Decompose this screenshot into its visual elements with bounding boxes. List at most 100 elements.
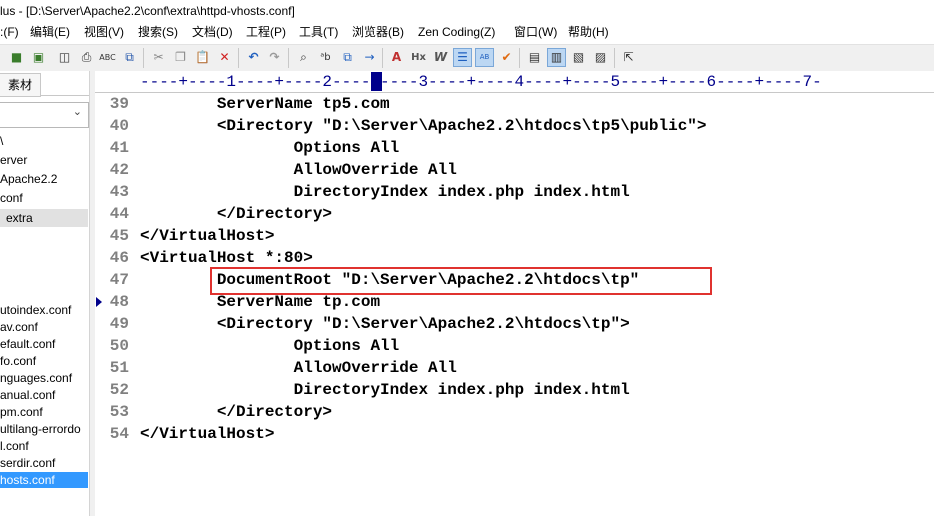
goto-line-icon[interactable]: → (361, 49, 378, 66)
menu-bar: :(F) 编辑(E) 视图(V) 搜索(S) 文档(D) 工程(P) 工具(T)… (0, 22, 934, 43)
tree-item[interactable]: \ (0, 132, 88, 150)
menu-project[interactable]: 工程(P) (246, 22, 286, 43)
tree-item[interactable]: erver (0, 151, 88, 169)
tree-item[interactable]: Apache2.2 (0, 170, 88, 188)
menu-file[interactable]: :(F) (0, 22, 19, 43)
menu-search[interactable]: 搜索(S) (138, 22, 178, 43)
file-list-item[interactable]: l.conf (0, 438, 88, 454)
code-line[interactable]: AllowOverride All (140, 357, 457, 379)
code-line[interactable]: <Directory "D:\Server\Apache2.2\htdocs\t… (140, 313, 630, 335)
spellcheck-icon[interactable]: ABC (99, 49, 116, 66)
undo-icon[interactable]: ↶ (245, 49, 262, 66)
spell-check-icon[interactable]: ✔ (498, 49, 515, 66)
cut-icon[interactable]: ✂ (150, 49, 167, 66)
word-wrap-icon[interactable]: W (432, 49, 449, 66)
code-line[interactable]: </VirtualHost> (140, 225, 274, 247)
line-number: 50 (109, 337, 129, 355)
file-sidebar: 素材 ⌄ \ erver Apache2.2 conf extra utoind… (0, 71, 89, 516)
file-list-item[interactable]: serdir.conf (0, 455, 88, 471)
code-line[interactable]: <Directory "D:\Server\Apache2.2\htdocs\t… (140, 115, 707, 137)
line-number: 52 (109, 381, 129, 399)
drive-selector[interactable]: ⌄ (0, 102, 89, 128)
line-number: 45 (109, 227, 129, 245)
code-line[interactable]: </VirtualHost> (140, 423, 274, 445)
file-list-item[interactable]: anual.conf (0, 387, 88, 403)
code-line[interactable]: Options All (140, 137, 400, 159)
menu-browser[interactable]: 浏览器(B) (352, 22, 404, 43)
menu-document[interactable]: 文档(D) (192, 22, 233, 43)
toolbar-separator (238, 48, 239, 68)
window-title: lus - [D:\Server\Apache2.2\conf\extra\ht… (0, 4, 295, 18)
file-list-item-selected[interactable]: hosts.conf (0, 472, 88, 488)
save-all-icon[interactable]: ▣ (30, 49, 47, 66)
file-list-item[interactable]: ultilang-errordo (0, 421, 88, 437)
line-number: 53 (109, 403, 129, 421)
line-number: 39 (109, 95, 129, 113)
code-line[interactable]: DirectoryIndex index.php index.html (140, 379, 630, 401)
file-list-item[interactable]: nguages.conf (0, 370, 88, 386)
menu-zen-coding[interactable]: Zen Coding(Z) (418, 22, 495, 43)
menu-view[interactable]: 视图(V) (84, 22, 124, 43)
file-list-item[interactable]: efault.conf (0, 336, 88, 352)
column-mode-icon[interactable]: AB (475, 48, 494, 67)
tree-item[interactable]: conf (0, 189, 88, 207)
code-line[interactable]: ServerName tp5.com (140, 93, 390, 115)
clipboard-icon[interactable]: ⧉ (121, 49, 138, 66)
code-line[interactable]: <VirtualHost *:80> (140, 247, 313, 269)
menu-tools[interactable]: 工具(T) (299, 22, 338, 43)
tab-assets[interactable]: 素材 (0, 73, 41, 97)
view-output-icon[interactable]: ▨ (592, 49, 609, 66)
copy-icon[interactable]: ❐ (172, 49, 189, 66)
line-number: 42 (109, 161, 129, 179)
paste-icon[interactable]: 📋 (194, 49, 211, 66)
hex-icon[interactable]: Hx (410, 49, 427, 66)
code-line[interactable]: </Directory> (140, 401, 332, 423)
file-list-item[interactable]: av.conf (0, 319, 88, 335)
context-help-icon[interactable]: ⇱ (620, 49, 637, 66)
print-preview-icon[interactable]: ◫ (56, 49, 73, 66)
toolbar-separator (143, 48, 144, 68)
file-list-item[interactable]: pm.conf (0, 404, 88, 420)
file-list-item[interactable]: utoindex.conf (0, 302, 88, 318)
line-numbers-icon[interactable]: ☰ (453, 48, 472, 67)
line-number: 47 (109, 271, 129, 289)
toolbar: ■ ▣ ◫ ⎙ ABC ⧉ ✂ ❐ 📋 ✕ ↶ ↷ ⌕ ᵃb ⧉ → A Hx … (0, 44, 934, 72)
highlight-annotation-box (210, 267, 712, 295)
menu-edit[interactable]: 编辑(E) (30, 22, 70, 43)
line-number: 43 (109, 183, 129, 201)
line-number: 54 (109, 425, 129, 443)
code-line[interactable]: DirectoryIndex index.php index.html (140, 181, 630, 203)
menu-window[interactable]: 窗口(W) (514, 22, 557, 43)
print-icon[interactable]: ⎙ (78, 49, 95, 66)
delete-icon[interactable]: ✕ (216, 49, 233, 66)
replace-icon[interactable]: ᵃb (317, 49, 334, 66)
line-number: 46 (109, 249, 129, 267)
toolbar-separator (382, 48, 383, 68)
ruler-scale: ----+----1----+----2----+----3----+----4… (140, 73, 822, 91)
code-line[interactable]: </Directory> (140, 203, 332, 225)
line-number: 49 (109, 315, 129, 333)
file-list-item[interactable]: fo.conf (0, 353, 88, 369)
view-tree-icon[interactable]: ▥ (547, 48, 566, 67)
redo-icon[interactable]: ↷ (266, 49, 283, 66)
column-ruler: ----+----1----+----2----+----3----+----4… (95, 71, 934, 93)
tree-item-selected[interactable]: extra (0, 209, 88, 227)
line-number: 51 (109, 359, 129, 377)
font-size-icon[interactable]: A (388, 49, 405, 66)
toolbar-separator (614, 48, 615, 68)
view-edit-icon[interactable]: ▧ (570, 49, 587, 66)
code-line[interactable]: Options All (140, 335, 400, 357)
toolbar-separator (519, 48, 520, 68)
view-list-icon[interactable]: ▤ (526, 49, 543, 66)
code-line[interactable]: AllowOverride All (140, 159, 457, 181)
save-icon[interactable]: ■ (8, 49, 25, 66)
find-in-files-icon[interactable]: ⧉ (339, 49, 356, 66)
tab-underline (41, 95, 89, 96)
line-number: 44 (109, 205, 129, 223)
code-editor[interactable]: ----+----1----+----2----+----3----+----4… (95, 71, 934, 516)
find-icon[interactable]: ⌕ (295, 49, 312, 66)
window-titlebar: lus - [D:\Server\Apache2.2\conf\extra\ht… (0, 0, 934, 22)
chevron-down-icon: ⌄ (72, 106, 82, 118)
menu-help[interactable]: 帮助(H) (568, 22, 609, 43)
toolbar-separator (288, 48, 289, 68)
